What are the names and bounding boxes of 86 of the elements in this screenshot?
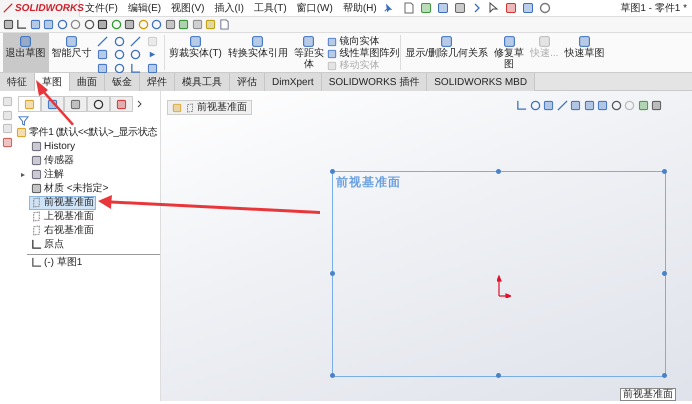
menu-item[interactable]: 帮助(H) — [338, 0, 382, 16]
menu-item[interactable]: 窗口(W) — [292, 0, 338, 16]
menu-item[interactable]: 工具(T) — [248, 0, 292, 16]
chevron-icon[interactable] — [135, 98, 144, 109]
panel-tab[interactable] — [86, 96, 110, 112]
tooltip: 前视基准面 — [620, 388, 676, 401]
tree-item[interactable]: 右视基准面 — [29, 224, 96, 238]
tool-icon — [440, 35, 454, 48]
panel-tab-icon — [116, 98, 126, 110]
select-arrow-icon[interactable] — [488, 2, 500, 14]
plane-icon — [31, 225, 42, 236]
ribbon-button[interactable]: 显示/删除几何关系 — [402, 33, 492, 72]
ribbon-tab[interactable]: 曲面 — [70, 73, 105, 91]
window-title: 草图1 - 零件1 * — [620, 2, 687, 16]
tool-icon — [251, 35, 264, 48]
rectangle-icon[interactable] — [97, 49, 108, 60]
tree-item[interactable]: 上视基准面 — [29, 210, 96, 224]
tree-item[interactable]: 传感器 — [29, 154, 76, 168]
menu-item[interactable]: 插入(I) — [209, 0, 249, 16]
ribbon-button[interactable]: 修复草图 — [491, 33, 528, 72]
tool-icon — [65, 35, 78, 48]
origin-icon — [31, 239, 42, 250]
tree-item[interactable]: 材质 <未指定> — [29, 182, 110, 196]
tree-item[interactable]: 零件1 (默认<<默认>_显示状态 — [15, 126, 160, 140]
ribbon-tab[interactable]: 焊件 — [140, 73, 175, 91]
handle-dot[interactable] — [496, 373, 501, 378]
panel-tab[interactable] — [64, 96, 86, 112]
handle-dot[interactable] — [662, 271, 667, 276]
tree-item[interactable]: 注解 — [29, 168, 66, 182]
ribbon-button[interactable]: 快速草图 — [561, 33, 608, 72]
handle-dot[interactable] — [330, 169, 335, 174]
document-icon[interactable] — [218, 19, 230, 30]
ribbon-tab[interactable]: 评估 — [230, 73, 265, 91]
plane-icon — [31, 197, 42, 208]
ribbon-button[interactable]: 线性草图阵列 — [339, 48, 400, 60]
menu-item[interactable]: 视图(V) — [166, 0, 210, 16]
tool-icon — [19, 35, 32, 48]
tool-icon — [326, 60, 337, 70]
handle-dot[interactable] — [330, 373, 335, 378]
origin-icon — [497, 275, 511, 298]
tree-item[interactable]: History — [29, 140, 78, 154]
ribbon-button[interactable]: 转换实体引用 — [224, 33, 291, 72]
tree-item[interactable]: (-) 草图1 — [29, 256, 84, 270]
tool-icon — [188, 35, 202, 48]
tool-icon — [326, 48, 337, 58]
tool-icon — [302, 35, 316, 48]
ribbon-tab[interactable]: 钣金 — [105, 73, 140, 91]
pin-icon[interactable] — [382, 2, 393, 14]
new-document-icon[interactable] — [402, 2, 415, 14]
handle-dot[interactable] — [496, 169, 501, 174]
tool-icon — [578, 35, 591, 48]
handle-dot[interactable] — [662, 373, 667, 378]
tree-item[interactable]: 前视基准面 — [29, 196, 96, 210]
expand-icon[interactable] — [19, 170, 27, 178]
tool-icon — [502, 35, 516, 48]
panel-tab-icon — [70, 98, 80, 110]
ribbon-tab[interactable]: 特征 — [0, 73, 35, 91]
plane-icon — [31, 211, 42, 222]
spline-icon[interactable] — [130, 36, 141, 46]
plane-icon — [184, 102, 194, 112]
panel-tab-icon — [24, 98, 34, 110]
ribbon-button[interactable]: 剪裁实体(T) — [166, 33, 225, 72]
ribbon-button[interactable]: 退出草图 — [2, 33, 48, 72]
app-logo: SOLIDWORKS — [15, 2, 84, 16]
ribbon-tab[interactable]: 草图 — [35, 73, 70, 91]
handle-dot[interactable] — [330, 271, 335, 276]
ribbon-button[interactable]: 镜向实体 — [339, 36, 380, 48]
axes-icon[interactable] — [16, 19, 27, 30]
filter-icon[interactable] — [18, 114, 28, 126]
panel-tab-icon — [92, 98, 104, 110]
line-icon[interactable] — [97, 36, 108, 46]
breadcrumb[interactable]: 前视基准面 — [167, 100, 252, 115]
handle-dot[interactable] — [662, 169, 667, 174]
ribbon-tab[interactable]: DimXpert — [265, 73, 322, 91]
ribbon-tab[interactable]: SOLIDWORKS MBD — [427, 73, 536, 91]
ribbon-button[interactable]: 智能尺寸 — [48, 33, 94, 72]
circle-icon[interactable] — [114, 36, 124, 46]
tool-icon — [326, 36, 337, 46]
ribbon-tab[interactable]: SOLIDWORKS 插件 — [322, 73, 428, 91]
menu-item[interactable]: 编辑(E) — [122, 0, 166, 16]
plane-label: 前视基准面 — [336, 174, 402, 191]
ribbon-button[interactable]: 等距实体 — [290, 33, 327, 72]
ribbon-tab[interactable]: 模具工具 — [175, 73, 230, 91]
tree-item[interactable]: 原点 — [29, 238, 66, 252]
sketch-icon — [31, 257, 42, 268]
tool-icon — [538, 35, 551, 48]
